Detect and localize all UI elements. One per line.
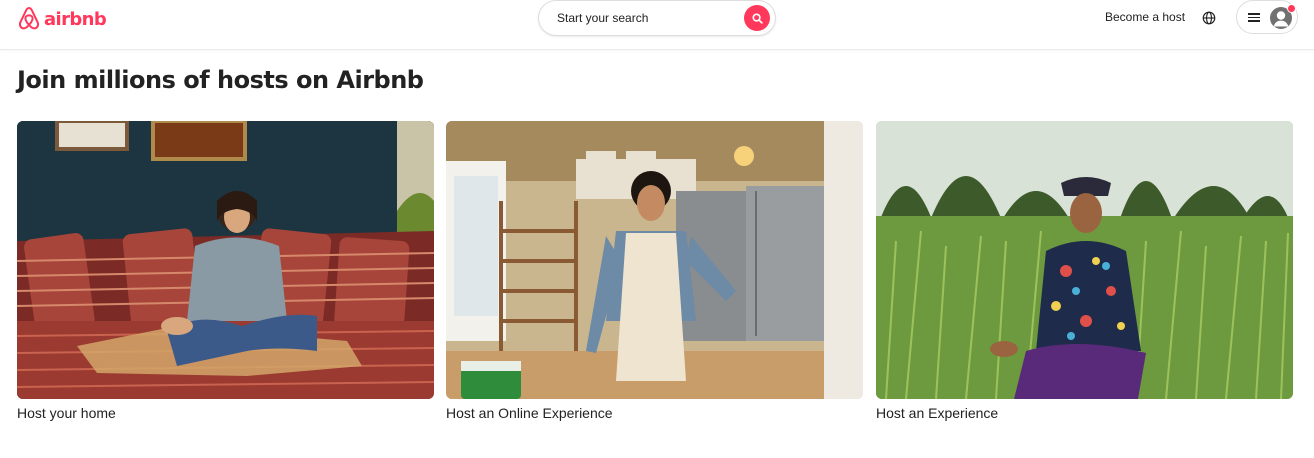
card-host-experience[interactable]: Host an Experience	[876, 121, 1293, 421]
card-label[interactable]: Host an Online Experience	[446, 405, 863, 421]
search-button[interactable]	[744, 5, 770, 31]
card-host-online-experience[interactable]: Host an Online Experience	[446, 121, 863, 421]
globe-icon	[1202, 11, 1216, 25]
top-navigation-bar: airbnb Start your search Become a host	[0, 0, 1314, 50]
become-a-host-link[interactable]: Become a host	[1105, 10, 1185, 24]
logo-wordmark: airbnb	[44, 8, 107, 30]
search-icon	[751, 12, 763, 24]
search-bar[interactable]: Start your search	[538, 0, 776, 36]
card-label[interactable]: Host your home	[17, 405, 434, 421]
user-menu-button[interactable]	[1236, 0, 1298, 34]
card-image-online-experience[interactable]	[446, 121, 863, 399]
airbnb-logo[interactable]: airbnb	[17, 6, 107, 32]
page-title: Join millions of hosts on Airbnb	[17, 66, 424, 94]
card-image-host-home[interactable]	[17, 121, 434, 399]
search-placeholder: Start your search	[557, 11, 649, 25]
card-image-experience[interactable]	[876, 121, 1293, 399]
card-host-your-home[interactable]: Host your home	[17, 121, 434, 421]
airbnb-logo-icon	[18, 7, 40, 30]
language-button[interactable]	[1202, 11, 1216, 25]
hamburger-menu-icon	[1248, 13, 1260, 22]
card-label[interactable]: Host an Experience	[876, 405, 1293, 421]
notification-dot	[1287, 4, 1296, 13]
